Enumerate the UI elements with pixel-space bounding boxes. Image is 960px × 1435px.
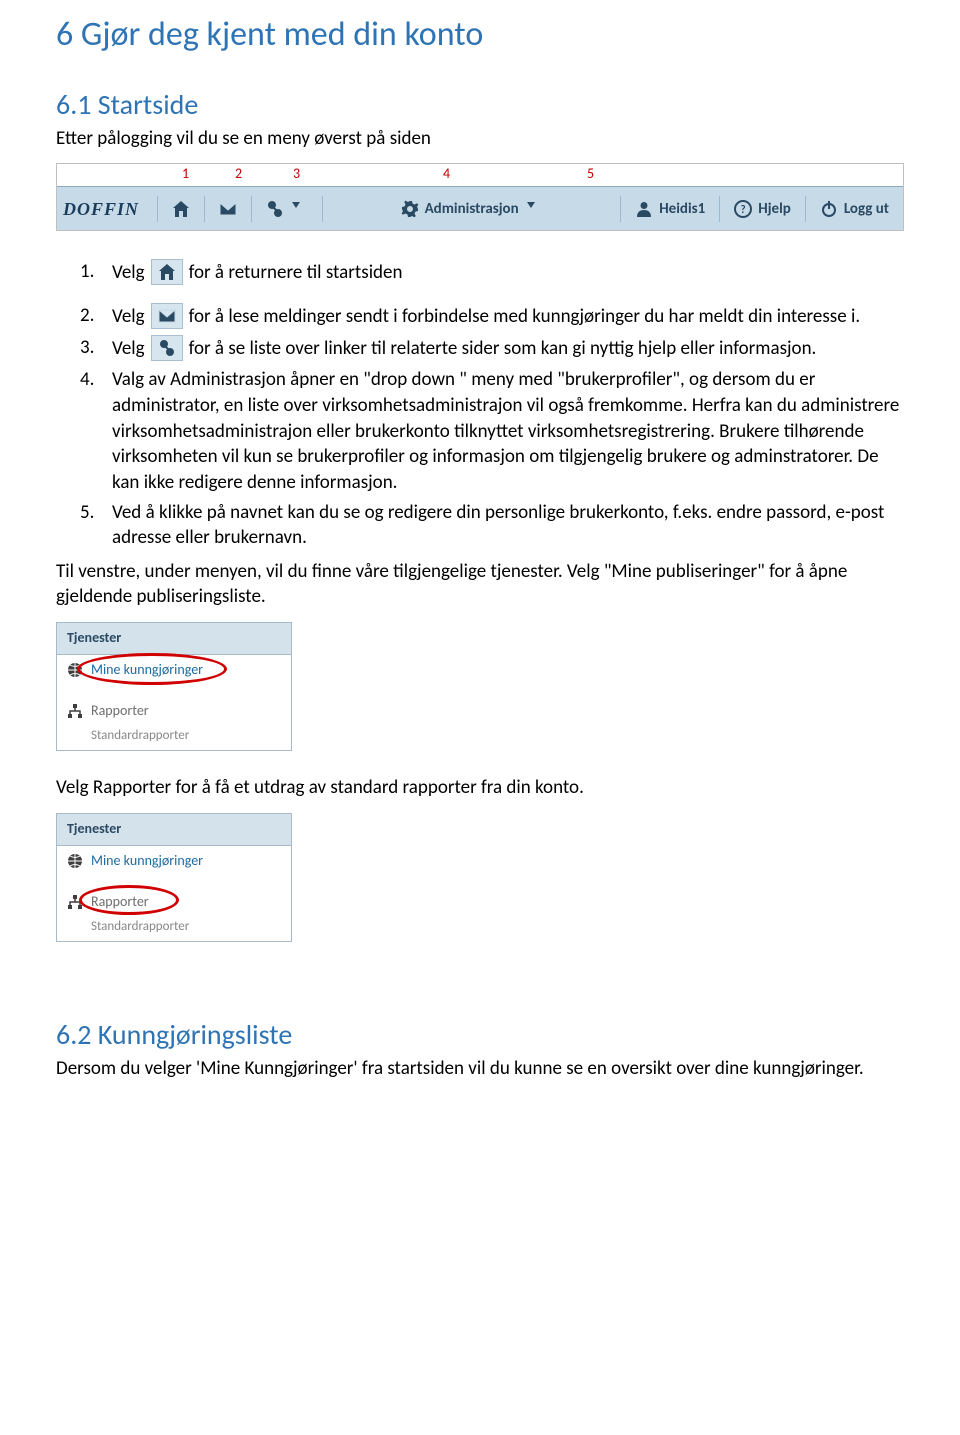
- tjen-standardrapporter-2[interactable]: Standardrapporter: [57, 918, 291, 942]
- menu-mail[interactable]: [205, 200, 251, 218]
- para-services: Til venstre, under menyen, vil du finne …: [56, 559, 904, 610]
- callout-1: 1: [182, 165, 189, 184]
- globe-icon: [67, 853, 83, 869]
- callout-4: 4: [443, 165, 450, 184]
- gear-icon: [401, 200, 419, 218]
- menu-logout-label: Logg ut: [844, 199, 889, 219]
- tjenester-header: Tjenester: [57, 623, 291, 655]
- heading-1: 6 Gjør deg kjent med din konto: [56, 12, 904, 58]
- tjen-mine-kunngjoringer-2[interactable]: Mine kunngjøringer: [57, 846, 291, 877]
- menu-admin-label: Administrasjon: [425, 199, 519, 219]
- step-1a: Velg: [112, 260, 145, 286]
- menu-help[interactable]: Hjelp: [720, 199, 805, 219]
- step-5: Ved å klikke på navnet kan du se og redi…: [112, 500, 904, 551]
- top-menu-screenshot: 1 2 3 4 5 DOFFIN Administrasjon Heidis1 …: [56, 163, 904, 231]
- step-2: Velg for å lese meldinger sendt i forbin…: [112, 303, 904, 329]
- tjenester-panel-2: Tjenester Mine kunngjøringer Rapporter S…: [56, 813, 292, 942]
- heading-6-1: 6.1 Startside: [56, 86, 904, 124]
- intro-text: Etter pålogging vil du se en meny øverst…: [56, 126, 904, 152]
- globe-icon: [67, 662, 83, 678]
- para-rapporter: Velg Rapporter for å få et utdrag av sta…: [56, 775, 904, 801]
- tjen-rapporter-2[interactable]: Rapporter: [57, 887, 291, 918]
- step-2b: for å lese meldinger sendt i forbindelse…: [189, 304, 861, 330]
- tjen-item2-label: Rapporter: [91, 702, 149, 721]
- tjenester-header-2: Tjenester: [57, 814, 291, 846]
- help-icon: [734, 200, 752, 218]
- menu-number-callouts: 1 2 3 4 5: [57, 164, 903, 186]
- mail-icon: [219, 200, 237, 218]
- tjenester-panel-1: Tjenester Mine kunngjøringer Rapporter S…: [56, 622, 292, 751]
- callout-3: 3: [293, 165, 300, 184]
- heading-6-2: 6.2 Kunngjøringsliste: [56, 1016, 904, 1054]
- step-4-text: Valg av Administrasjon åpner en "drop do…: [112, 368, 899, 494]
- menu-home[interactable]: [158, 200, 204, 218]
- sitemap-icon: [67, 703, 83, 719]
- para-kunngjoringsliste: Dersom du velger 'Mine Kunngjøringer' fr…: [56, 1056, 904, 1082]
- step-4: Valg av Administrasjon åpner en "drop do…: [112, 367, 904, 495]
- menu-admin[interactable]: Administrasjon: [323, 199, 620, 219]
- tjen-mine-kunngjoringer[interactable]: Mine kunngjøringer: [57, 655, 291, 686]
- menu-user[interactable]: Heidis1: [621, 199, 719, 219]
- tjen-standardrapporter[interactable]: Standardrapporter: [57, 727, 291, 751]
- menu-links[interactable]: [252, 200, 322, 218]
- step-3a: Velg: [112, 336, 145, 362]
- caret-icon: [290, 200, 308, 218]
- home-icon: [172, 200, 190, 218]
- callout-2: 2: [235, 165, 242, 184]
- doffin-logo: DOFFIN: [63, 197, 139, 221]
- sitemap-icon: [67, 894, 83, 910]
- caret-icon: [525, 200, 543, 218]
- link-icon: [266, 200, 284, 218]
- step-1b: for å returnere til startsiden: [189, 260, 403, 286]
- step-3b: for å se liste over linker til relaterte…: [189, 336, 817, 362]
- inline-mail-icon: [151, 303, 183, 329]
- step-list: Velg for å returnere til startsiden Velg…: [56, 259, 904, 550]
- user-icon: [635, 200, 653, 218]
- step-1: Velg for å returnere til startsiden: [112, 259, 904, 285]
- menu-logout[interactable]: Logg ut: [806, 199, 903, 219]
- step-2a: Velg: [112, 304, 145, 330]
- power-icon: [820, 200, 838, 218]
- inline-link-icon: [151, 335, 183, 361]
- callout-5: 5: [587, 165, 594, 184]
- menu-help-label: Hjelp: [758, 199, 791, 219]
- menu-bar: DOFFIN Administrasjon Heidis1 Hjelp Logg…: [57, 186, 903, 230]
- menu-user-label: Heidis1: [659, 199, 705, 219]
- tjen-sub2-label: Standardrapporter: [91, 919, 189, 934]
- inline-home-icon: [151, 259, 183, 285]
- tjen-item2-label-2: Rapporter: [91, 893, 149, 912]
- step-5-text: Ved å klikke på navnet kan du se og redi…: [112, 501, 884, 550]
- step-3: Velg for å se liste over linker til rela…: [112, 335, 904, 361]
- tjen-rapporter[interactable]: Rapporter: [57, 696, 291, 727]
- tjen-item1-label-2: Mine kunngjøringer: [91, 852, 203, 871]
- tjen-item1-label: Mine kunngjøringer: [91, 661, 203, 680]
